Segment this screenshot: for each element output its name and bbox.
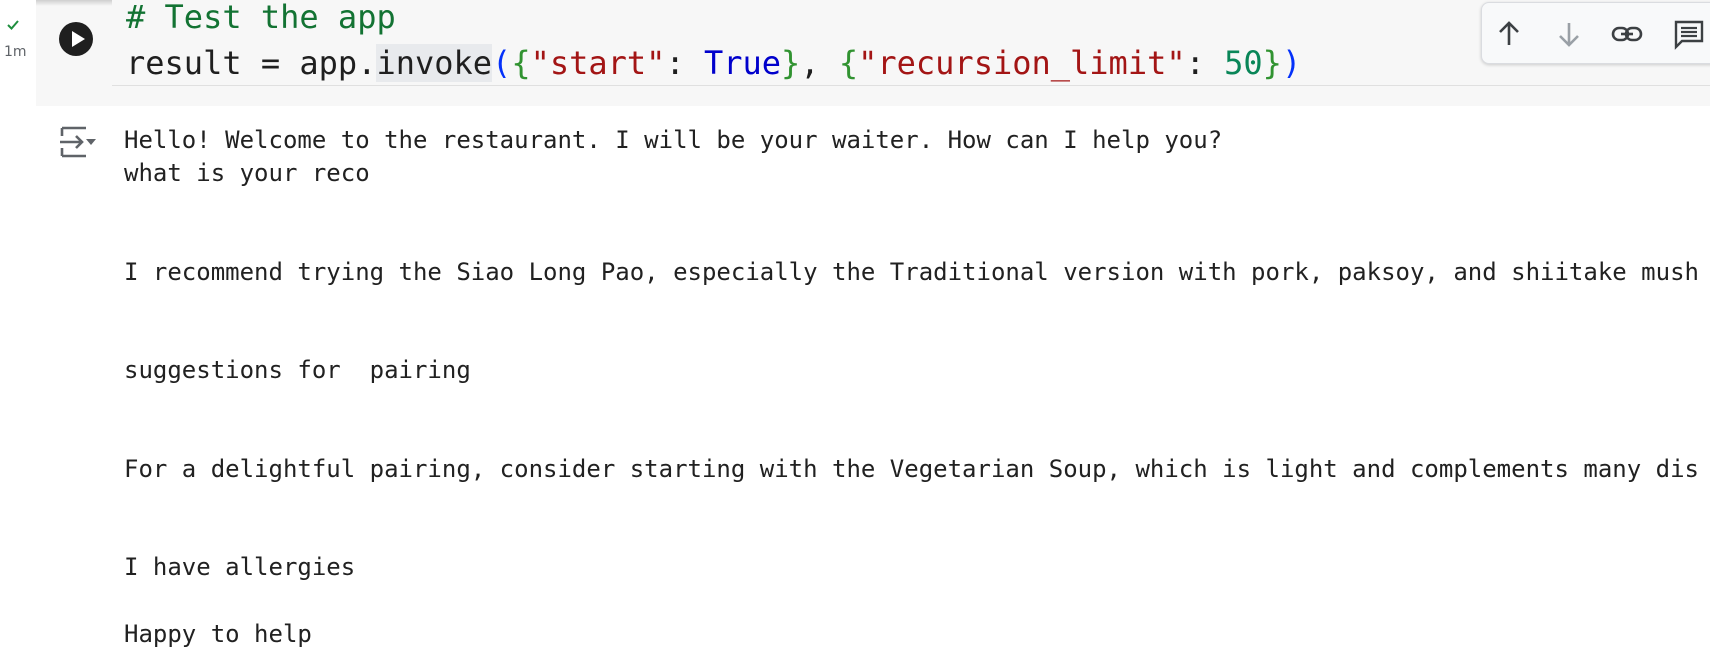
code-token-colon-2: : (1185, 44, 1225, 82)
cell-toolbar (1481, 2, 1710, 64)
code-token-comma: , (800, 44, 839, 82)
code-token-var: result (126, 44, 242, 82)
code-token-string: "start" (530, 44, 666, 82)
output-text: Hello! Welcome to the restaurant. I will… (124, 124, 1710, 648)
cell-gutter: 1m (0, 0, 37, 665)
code-invoke-line: result = app.invoke({"start": True}, {"r… (126, 44, 1301, 82)
output-line: Happy to help (124, 620, 312, 648)
notebook-page: 1m # Test the app result = app.invoke({"… (0, 0, 1710, 665)
code-comment-line: # Test the app (126, 0, 396, 36)
output-line: For a delightful pairing, consider start… (124, 455, 1699, 483)
link-icon[interactable] (1610, 17, 1644, 51)
code-token-close-paren: ) (1281, 44, 1302, 82)
code-token-open-paren: ( (492, 44, 512, 82)
code-token-obj: app. (299, 44, 377, 82)
code-token-number: 50 (1224, 44, 1263, 82)
code-token-keyword: True (703, 44, 782, 82)
check-icon (7, 20, 19, 30)
play-icon (72, 31, 85, 47)
cell-output: Hello! Welcome to the restaurant. I will… (36, 106, 1710, 665)
code-token-open-brace: { (511, 44, 531, 82)
execution-time: 1m (4, 44, 27, 60)
code-token-string-2: "recursion_limit" (858, 44, 1186, 82)
output-line: what is your reco (124, 159, 370, 187)
arrow-up-icon[interactable] (1492, 17, 1526, 51)
code-editor[interactable]: # Test the app result = app.invoke({"sta… (112, 0, 1710, 106)
arrow-down-icon[interactable] (1552, 17, 1586, 51)
code-token-eq: = (241, 44, 300, 82)
code-token-method: invoke (376, 44, 493, 82)
code-token-open-brace-2: { (838, 44, 859, 82)
output-line: I recommend trying the Siao Long Pao, es… (124, 258, 1699, 286)
output-line: I have allergies (124, 553, 356, 581)
editor-divider (112, 85, 1710, 86)
code-token-colon: : (665, 44, 704, 82)
output-line: Hello! Welcome to the restaurant. I will… (124, 126, 1223, 154)
output-toggle-icon[interactable] (56, 124, 98, 160)
code-token-close-brace-2: } (1262, 44, 1282, 82)
comment-icon[interactable] (1672, 17, 1706, 51)
code-token-close-brace: } (781, 44, 801, 82)
output-line: suggestions for pairing (124, 356, 471, 384)
run-cell-button[interactable] (59, 22, 93, 56)
